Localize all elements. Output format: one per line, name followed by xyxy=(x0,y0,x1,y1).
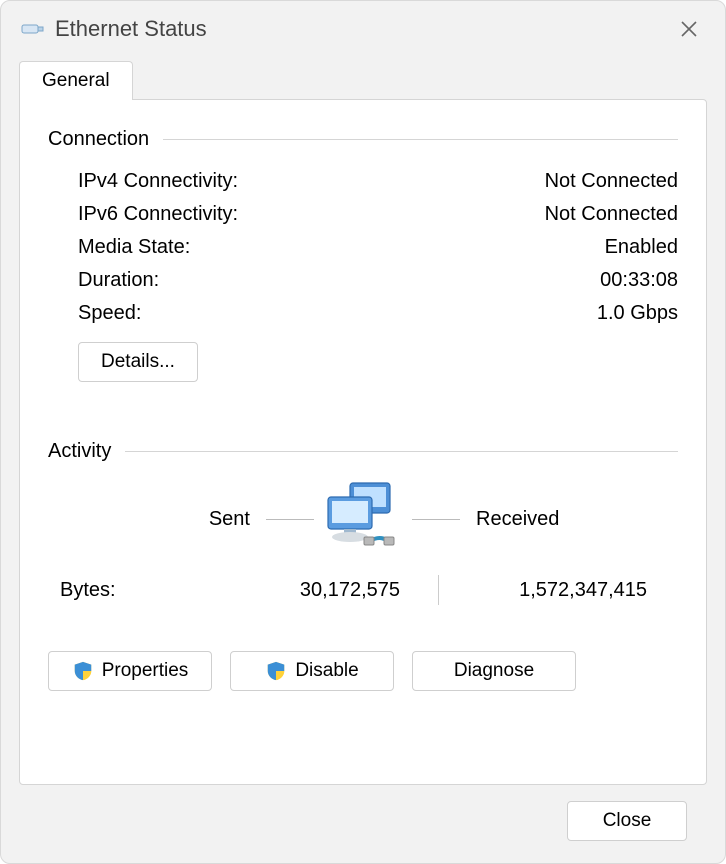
shield-icon xyxy=(265,660,287,682)
connection-header-label: Connection xyxy=(48,128,149,151)
close-button[interactable]: Close xyxy=(567,801,687,841)
bytes-row: Bytes: 30,172,575 1,572,347,415 xyxy=(48,567,678,613)
value-speed: 1.0 Gbps xyxy=(597,302,678,325)
value-ipv4: Not Connected xyxy=(545,170,678,193)
label-media-state: Media State: xyxy=(78,236,190,259)
sent-label: Sent xyxy=(110,508,260,531)
diagnose-button-label: Diagnose xyxy=(454,660,534,682)
close-icon[interactable] xyxy=(667,9,711,49)
label-duration: Duration: xyxy=(78,269,159,292)
row-speed: Speed: 1.0 Gbps xyxy=(48,297,678,330)
value-ipv6: Not Connected xyxy=(545,203,678,226)
row-duration: Duration: 00:33:08 xyxy=(48,264,678,297)
row-media-state: Media State: Enabled xyxy=(48,231,678,264)
received-label: Received xyxy=(466,508,616,531)
divider xyxy=(266,519,314,520)
label-ipv6: IPv6 Connectivity: xyxy=(78,203,238,226)
row-ipv6: IPv6 Connectivity: Not Connected xyxy=(48,198,678,231)
titlebar: Ethernet Status xyxy=(1,1,725,57)
ethernet-status-window: Ethernet Status General Connection IPv4 … xyxy=(0,0,726,864)
tabstrip: General xyxy=(19,57,707,99)
bytes-label: Bytes: xyxy=(60,579,230,602)
disable-button-label: Disable xyxy=(295,660,358,682)
activity-header-label: Activity xyxy=(48,440,111,463)
shield-icon xyxy=(72,660,94,682)
disable-button[interactable]: Disable xyxy=(230,651,394,691)
divider xyxy=(125,451,678,452)
client-area: General Connection IPv4 Connectivity: No… xyxy=(1,57,725,863)
row-ipv4: IPv4 Connectivity: Not Connected xyxy=(48,165,678,198)
dialog-footer: Close xyxy=(19,785,707,845)
divider xyxy=(438,575,439,605)
diagnose-button[interactable]: Diagnose xyxy=(412,651,576,691)
window-title: Ethernet Status xyxy=(55,16,667,42)
value-duration: 00:33:08 xyxy=(600,269,678,292)
properties-button[interactable]: Properties xyxy=(48,651,212,691)
divider xyxy=(412,519,460,520)
activity-group-header: Activity xyxy=(48,440,678,463)
tab-panel-general: Connection IPv4 Connectivity: Not Connec… xyxy=(19,99,707,785)
action-button-row: Properties Disable Diagnose xyxy=(48,651,678,691)
properties-button-label: Properties xyxy=(102,660,189,682)
network-computers-icon xyxy=(320,479,406,559)
value-media-state: Enabled xyxy=(605,236,678,259)
tab-general[interactable]: General xyxy=(19,61,133,100)
label-speed: Speed: xyxy=(78,302,141,325)
details-button[interactable]: Details... xyxy=(78,342,198,382)
divider xyxy=(163,139,678,140)
activity-visual: Sent xyxy=(48,479,678,559)
connection-group-header: Connection xyxy=(48,128,678,151)
bytes-received-value: 1,572,347,415 xyxy=(477,579,647,602)
bytes-sent-value: 30,172,575 xyxy=(230,579,400,602)
label-ipv4: IPv4 Connectivity: xyxy=(78,170,238,193)
ethernet-icon xyxy=(19,19,47,39)
